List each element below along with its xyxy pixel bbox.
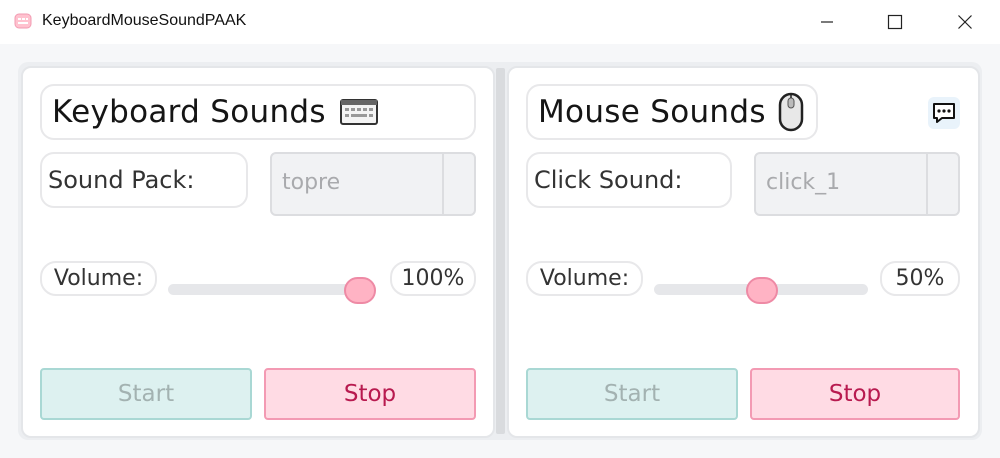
click-sound-select[interactable]: click_1 — [754, 152, 960, 216]
mouse-volume-thumb[interactable] — [746, 277, 778, 304]
maximize-icon — [887, 14, 903, 30]
close-button[interactable] — [942, 0, 988, 44]
click-sound-value: click_1 — [766, 170, 841, 195]
keyboard-header: Keyboard Sounds — [40, 84, 476, 140]
mouse-header: Mouse Sounds — [526, 84, 818, 140]
close-icon — [958, 15, 972, 29]
sound-pack-label: Sound Pack: — [40, 152, 248, 208]
panel-splitter[interactable] — [496, 68, 505, 434]
keyboard-volume-label-text: Volume: — [53, 266, 144, 291]
keyboard-volume-label: Volume: — [40, 261, 157, 296]
keyboard-volume-value: 100% — [390, 261, 476, 296]
sound-pack-dropdown-button[interactable] — [442, 154, 474, 214]
click-sound-label-text: Click Sound: — [534, 166, 683, 194]
keyboard-app-icon — [14, 13, 32, 29]
mouse-volume-value-text: 50% — [895, 266, 945, 291]
keyboard-stop-button[interactable]: Stop — [264, 368, 476, 420]
mouse-volume-value: 50% — [880, 261, 960, 296]
mouse-stop-button[interactable]: Stop — [750, 368, 960, 420]
click-sound-dropdown-button[interactable] — [926, 154, 958, 214]
sound-pack-select[interactable]: topre — [270, 152, 476, 216]
mouse-volume-label-text: Volume: — [539, 266, 630, 291]
window-title: KeyboardMouseSoundPAAK — [42, 12, 247, 29]
keyboard-start-button[interactable]: Start — [40, 368, 252, 420]
sound-pack-label-text: Sound Pack: — [48, 166, 195, 194]
keyboard-volume-value-text: 100% — [401, 266, 465, 291]
minimize-icon — [821, 21, 833, 23]
maximize-button[interactable] — [872, 0, 918, 44]
keyboard-icon — [339, 99, 378, 125]
mouse-header-label: Mouse Sounds — [538, 94, 766, 130]
mouse-start-button[interactable]: Start — [526, 368, 738, 420]
keyboard-header-label: Keyboard Sounds — [52, 94, 326, 130]
sound-pack-value: topre — [282, 170, 341, 195]
keyboard-volume-thumb[interactable] — [344, 277, 376, 304]
mouse-volume-label: Volume: — [526, 261, 643, 296]
click-sound-label: Click Sound: — [526, 152, 732, 208]
minimize-button[interactable] — [804, 0, 850, 44]
title-bar: KeyboardMouseSoundPAAK — [0, 0, 1000, 44]
chat-button[interactable] — [928, 97, 960, 129]
chat-bubble-icon — [933, 103, 955, 123]
mouse-icon — [778, 92, 804, 132]
